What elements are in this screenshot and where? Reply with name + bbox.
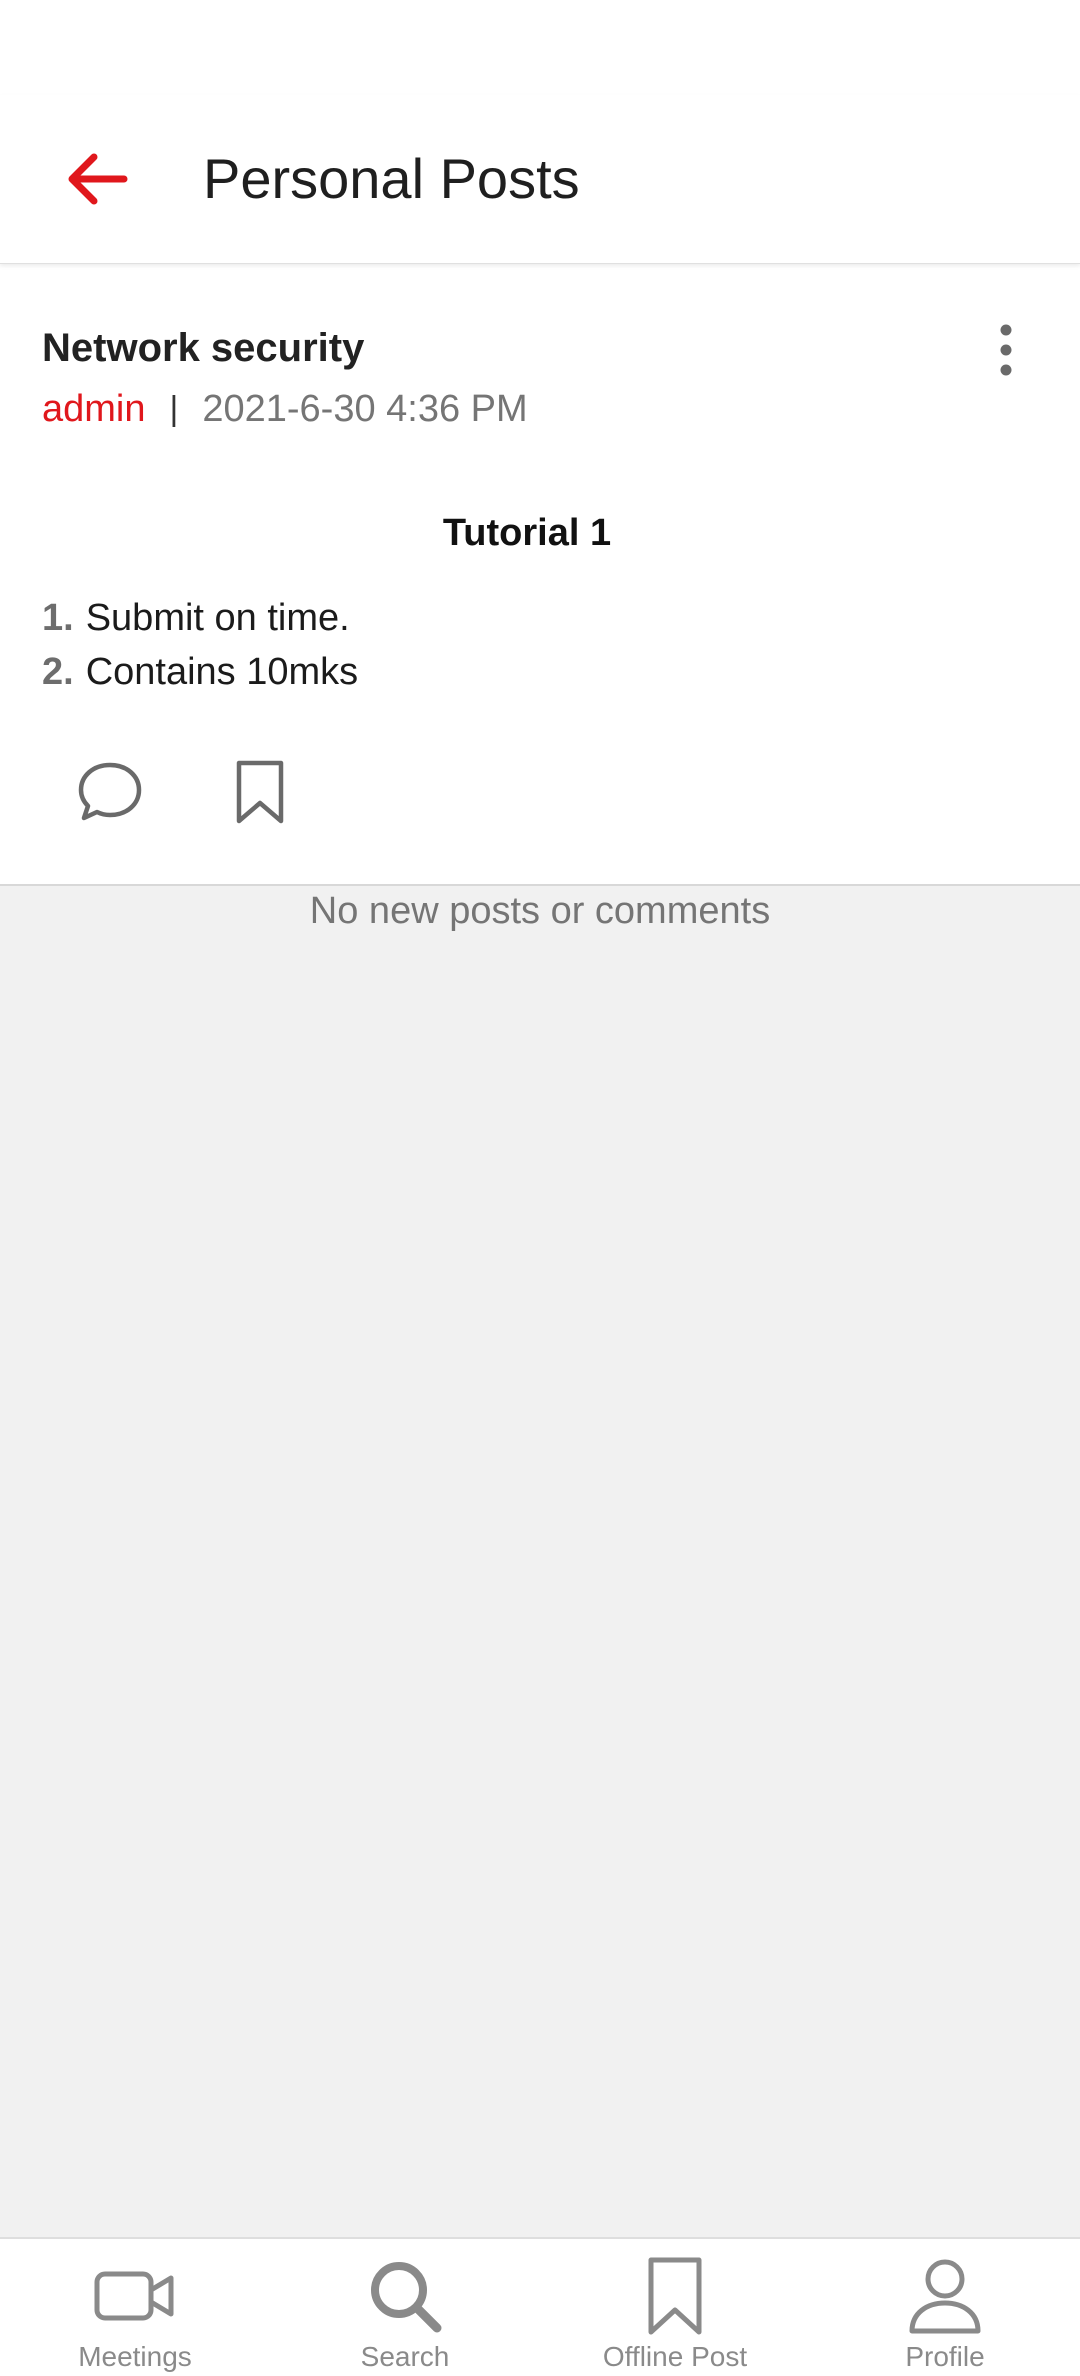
page-title: Personal Posts: [203, 147, 580, 210]
post-title: Network security: [42, 326, 365, 370]
list-item: 2. Contains 10mks: [42, 645, 358, 699]
meta-separator: |: [169, 390, 179, 428]
personal-posts-screen: Personal Posts Network security admin | …: [0, 0, 1080, 2376]
list-item-number: 1.: [42, 597, 74, 639]
nav-item-search[interactable]: Search: [270, 2239, 540, 2376]
post-author[interactable]: admin: [42, 388, 146, 431]
post-meta: admin | 2021-6-30 4:36 PM: [42, 388, 528, 431]
nav-label: Search: [360, 2341, 450, 2372]
nav-item-offline-post[interactable]: Offline Post: [540, 2239, 810, 2376]
more-options-button[interactable]: [970, 314, 1042, 386]
app-bar: Personal Posts: [0, 95, 1080, 264]
person-icon: [909, 2259, 981, 2334]
back-button[interactable]: [52, 135, 140, 223]
nav-label: Meetings: [78, 2341, 192, 2372]
nav-label: Profile: [905, 2341, 985, 2372]
bottom-navigation: Meetings Search Offline Post Profile: [0, 2237, 1080, 2376]
bookmark-icon: [648, 2257, 702, 2335]
list-item-text: Submit on time.: [85, 597, 350, 639]
post-card[interactable]: Network security admin | 2021-6-30 4:36 …: [0, 264, 1080, 886]
comment-button[interactable]: [72, 754, 148, 830]
post-heading: Tutorial 1: [442, 512, 612, 554]
list-item-number: 2.: [42, 651, 74, 693]
status-bar: [0, 0, 1080, 95]
list-item-text: Contains 10mks: [85, 651, 359, 693]
nav-item-profile[interactable]: Profile: [810, 2239, 1080, 2376]
empty-feed-message: No new posts or comments: [309, 890, 771, 932]
nav-item-meetings[interactable]: Meetings: [0, 2239, 270, 2376]
video-camera-icon: [94, 2271, 174, 2321]
bookmark-button[interactable]: [222, 754, 298, 830]
bookmark-icon: [236, 760, 284, 824]
more-vertical-icon: [1000, 324, 1012, 376]
search-icon: [371, 2262, 442, 2333]
post-list: 1. Submit on time. 2. Contains 10mks: [42, 591, 358, 699]
nav-label: Offline Post: [602, 2341, 748, 2372]
list-item: 1. Submit on time.: [42, 591, 358, 645]
comment-bubble-icon: [78, 762, 142, 821]
post-timestamp: 2021-6-30 4:36 PM: [202, 388, 528, 430]
arrow-left-icon: [68, 153, 128, 205]
